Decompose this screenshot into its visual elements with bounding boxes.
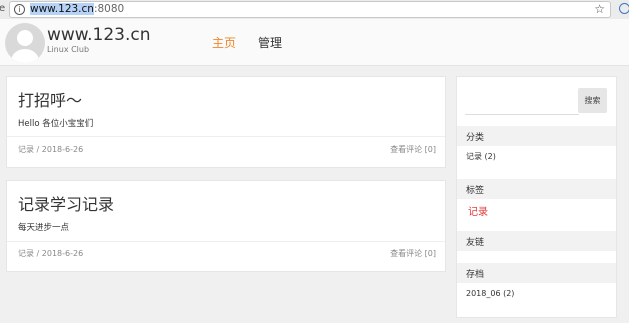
- tags-heading: 标签: [457, 179, 616, 199]
- post-title[interactable]: 记录学习记录: [18, 191, 114, 215]
- bookmark-star-icon[interactable]: ☆: [594, 2, 605, 16]
- site-title[interactable]: www.123.cn: [47, 25, 151, 45]
- view-comments-link[interactable]: 查看评论 [0]: [390, 144, 436, 155]
- post-meta: 记录 / 2018-6-26: [18, 145, 84, 154]
- post-title[interactable]: 打招呼～: [18, 87, 82, 111]
- avatar: [5, 23, 45, 63]
- post-card: 记录学习记录 每天进步一点 记录 / 2018-6-26 查看评论 [0]: [6, 180, 446, 272]
- sidebar: 搜索 分类 记录 (2) 标签 记录 友链 存档 2018_06 (2): [456, 76, 617, 318]
- address-bar[interactable]: i www.123.cn:8080 ☆: [9, 1, 611, 18]
- post-divider: [7, 136, 445, 137]
- search-input[interactable]: [465, 94, 579, 115]
- links-heading-label: 友链: [466, 238, 485, 248]
- post-card: 打招呼～ Hello 各位小宝宝们 记录 / 2018-6-26 查看评论 [0…: [6, 76, 446, 168]
- tag-item[interactable]: 记录: [468, 203, 488, 218]
- url-port: :8080: [93, 3, 125, 15]
- nav-admin-link[interactable]: 管理: [258, 34, 282, 51]
- site-subtitle: Linux Club: [47, 45, 90, 54]
- url-text[interactable]: www.123.cn:8080: [30, 3, 124, 16]
- archive-item[interactable]: 2018_06 (2): [466, 289, 514, 298]
- archive-heading: 存档: [457, 263, 616, 283]
- post-excerpt: Hello 各位小宝宝们: [18, 119, 94, 129]
- url-host: www.123.cn: [30, 3, 94, 15]
- extension-icon[interactable]: [619, 3, 629, 14]
- tags-heading-label: 标签: [466, 186, 485, 196]
- view-comments-link[interactable]: 查看评论 [0]: [390, 248, 436, 259]
- site-header: www.123.cn Linux Club 主页 管理: [0, 19, 629, 66]
- browser-toolbar: e i www.123.cn:8080 ☆: [0, 0, 629, 19]
- post-divider: [7, 241, 445, 242]
- category-item[interactable]: 记录 (2): [466, 151, 496, 162]
- post-excerpt: 每天进步一点: [18, 223, 70, 233]
- archive-heading-label: 存档: [466, 270, 485, 280]
- post-meta: 记录 / 2018-6-26: [18, 249, 84, 258]
- info-icon[interactable]: i: [14, 4, 25, 15]
- truncated-tab-edge: e: [0, 3, 6, 14]
- categories-heading: 分类: [457, 126, 616, 146]
- search-button[interactable]: 搜索: [578, 88, 607, 113]
- categories-heading-label: 分类: [466, 133, 485, 143]
- links-heading: 友链: [457, 231, 616, 251]
- nav-home-link[interactable]: 主页: [212, 34, 236, 51]
